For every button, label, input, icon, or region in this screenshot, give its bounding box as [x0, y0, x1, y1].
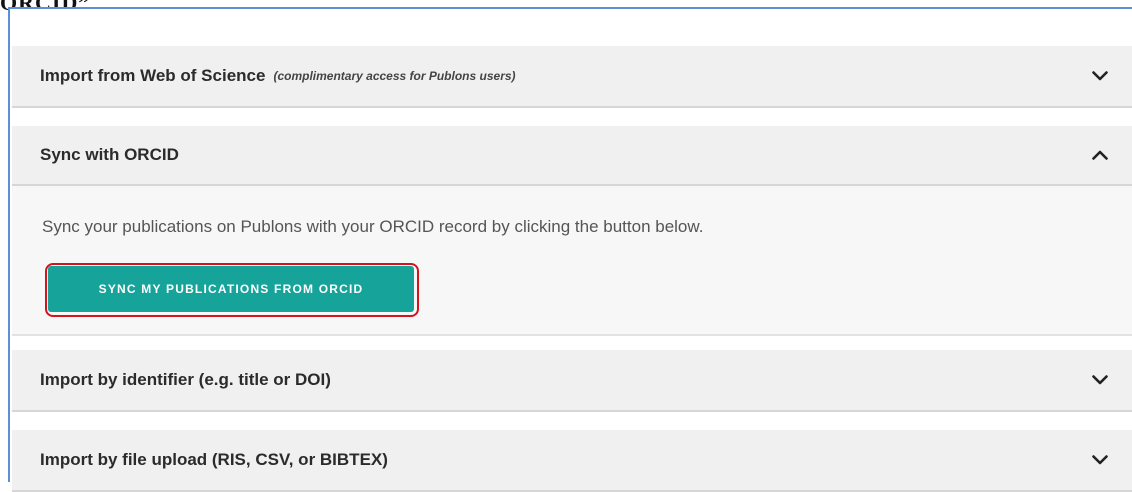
sync-instructions-text: Sync your publications on Publons with y…: [42, 217, 704, 236]
panel-sync-orcid-header[interactable]: Sync with ORCID: [12, 126, 1132, 186]
panel-import-identifier: Import by identifier (e.g. title or DOI): [12, 350, 1132, 412]
chevron-down-icon[interactable]: [1090, 450, 1110, 470]
chevron-down-icon[interactable]: [1090, 370, 1110, 390]
chevron-down-icon[interactable]: [1090, 66, 1110, 86]
panel-web-of-science-note: (complimentary access for Publons users): [273, 69, 516, 83]
panel-import-file-upload-header[interactable]: Import by file upload (RIS, CSV, or BIBT…: [12, 430, 1132, 492]
panel-web-of-science-header[interactable]: Import from Web of Science (complimentar…: [12, 46, 1132, 108]
sync-publications-button[interactable]: SYNC MY PUBLICATIONS FROM ORCID: [48, 266, 414, 312]
panel-sync-orcid: Sync with ORCID: [12, 126, 1132, 186]
chevron-up-icon[interactable]: [1090, 145, 1110, 165]
panel-sync-orcid-body: Sync your publications on Publons with y…: [12, 186, 1132, 336]
panel-import-file-upload-title: Import by file upload (RIS, CSV, or BIBT…: [40, 450, 388, 469]
panel-import-identifier-title: Import by identifier (e.g. title or DOI): [40, 370, 331, 389]
panel-import-identifier-header[interactable]: Import by identifier (e.g. title or DOI): [12, 350, 1132, 412]
panel-sync-orcid-title: Sync with ORCID: [40, 145, 179, 164]
panel-web-of-science: Import from Web of Science (complimentar…: [12, 46, 1132, 108]
panel-import-file-upload: Import by file upload (RIS, CSV, or BIBT…: [12, 430, 1132, 492]
panel-web-of-science-title: Import from Web of Science: [40, 66, 266, 85]
